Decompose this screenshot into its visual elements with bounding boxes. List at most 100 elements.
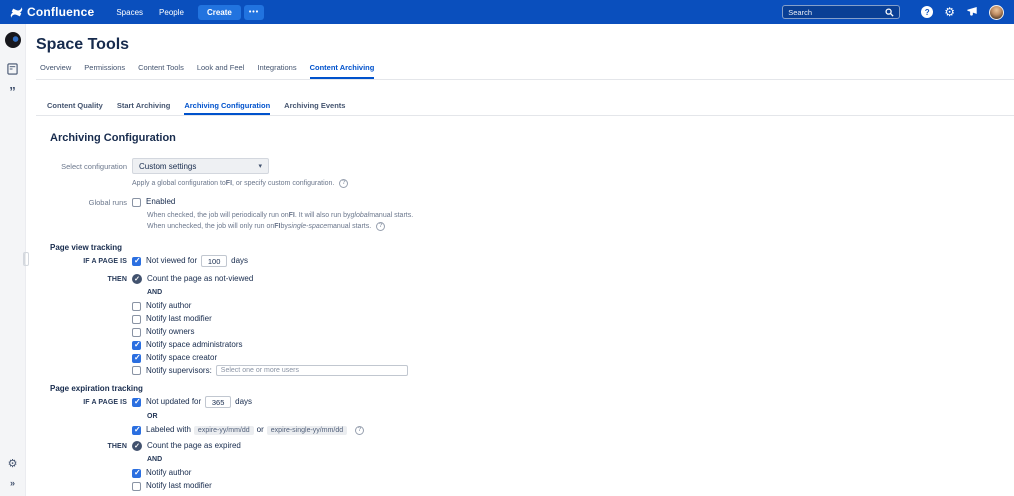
- desc2-mid: by: [280, 223, 288, 230]
- page-expiration-tracking-heading: Page expiration tracking: [50, 384, 143, 393]
- labeled-with-checkbox[interactable]: [132, 425, 141, 435]
- quote-icon: ”: [9, 84, 16, 99]
- left-sidebar: ” ⚙ »: [0, 24, 29, 496]
- search-icon: [885, 7, 894, 17]
- nav-more-button[interactable]: •••: [243, 4, 265, 20]
- not-viewed-days-input[interactable]: 100: [201, 255, 228, 267]
- settings-button[interactable]: ⚙: [944, 6, 955, 18]
- page-title: Space Tools: [36, 36, 130, 53]
- space-tools-tabs: Overview Permissions Content Tools Look …: [36, 63, 1014, 80]
- notify-row: Notify last modifier: [36, 314, 1014, 324]
- help-icon: ?: [921, 6, 934, 18]
- desc1-mid: . It will also run by: [294, 212, 351, 219]
- notify-last-modifier-label[interactable]: Notify last modifier: [146, 314, 212, 324]
- subtab-archiving-configuration[interactable]: Archiving Configuration: [184, 101, 270, 115]
- chevron-down-icon: ▾: [258, 163, 262, 170]
- labeled-with-row: Labeled with expire-yy/mm/dd or expire-s…: [36, 425, 1014, 435]
- notify-space-creator-label[interactable]: Notify space creator: [146, 353, 217, 363]
- configuration-helper-row: Apply a global configuration to FI, or s…: [36, 178, 1014, 189]
- and-label: AND: [147, 289, 163, 296]
- expiration-condition-row: IF A PAGE IS Not updated for 365 days: [36, 396, 1014, 408]
- confluence-mark-icon: [10, 6, 23, 18]
- space-settings-icon[interactable]: ⚙: [8, 459, 18, 470]
- notify-author-checkbox[interactable]: [132, 301, 141, 311]
- then-label: THEN: [107, 275, 127, 283]
- notify-last-modifier-checkbox[interactable]: [132, 314, 141, 324]
- notify-owners-checkbox[interactable]: [132, 327, 141, 337]
- document-icon: [7, 63, 18, 75]
- helper-post: , or specify custom configuration.: [232, 180, 335, 187]
- expand-sidebar-icon[interactable]: »: [10, 479, 15, 488]
- global-runs-desc-2: When unchecked, the job will only run on…: [147, 221, 1014, 232]
- desc1-em: global: [350, 212, 370, 219]
- not-updated-days-input[interactable]: 365: [205, 396, 232, 408]
- not-viewed-checkbox[interactable]: [132, 256, 141, 266]
- notify-space-admins-label[interactable]: Notify space administrators: [146, 340, 242, 350]
- megaphone-icon: [967, 7, 977, 16]
- sidebar-bottom: ⚙ »: [8, 459, 18, 488]
- enabled-checkbox[interactable]: [132, 197, 141, 207]
- search-input[interactable]: Search: [782, 5, 901, 19]
- tab-look-and-feel[interactable]: Look and Feel: [197, 63, 245, 73]
- notify-author-label[interactable]: Notify author: [146, 468, 191, 478]
- sidebar-resize-handle[interactable]: [23, 252, 29, 266]
- notify-owners-label[interactable]: Notify owners: [146, 327, 194, 337]
- page-body: ” ⚙ » Space Tools Overview Permissions C…: [0, 24, 1014, 496]
- count-expired-label: Count the page as expired: [147, 441, 241, 450]
- search-placeholder: Search: [788, 7, 812, 17]
- not-viewed-pre: Not viewed for: [146, 256, 198, 265]
- helper-pre: Apply a global configuration to: [132, 180, 226, 187]
- archiving-config-form: Select configuration Custom settings ▾ A…: [36, 158, 1014, 491]
- profile-button[interactable]: [989, 4, 1004, 20]
- nav-spaces[interactable]: Spaces: [116, 8, 143, 17]
- info-icon[interactable]: [339, 179, 349, 188]
- notify-row: Notify last modifier: [36, 481, 1014, 491]
- subtab-content-quality[interactable]: Content Quality: [47, 101, 103, 111]
- notify-supervisors-label[interactable]: Notify supervisors:: [146, 366, 212, 376]
- notify-supervisors-checkbox[interactable]: [132, 366, 141, 375]
- notify-space-admins-checkbox[interactable]: [132, 340, 141, 350]
- subtab-start-archiving[interactable]: Start Archiving: [117, 101, 170, 111]
- enabled-label[interactable]: Enabled: [146, 197, 175, 207]
- brand-name: Confluence: [27, 5, 95, 19]
- count-not-viewed-label: Count the page as not-viewed: [147, 274, 254, 283]
- global-runs-row: Global runs Enabled: [36, 197, 1014, 207]
- notify-last-modifier-checkbox[interactable]: [132, 481, 141, 491]
- tab-content-archiving[interactable]: Content Archiving: [309, 63, 374, 79]
- not-updated-pre: Not updated for: [146, 397, 202, 406]
- space-avatar[interactable]: [4, 32, 21, 48]
- top-navbar: Confluence Spaces People Create ••• Sear…: [0, 0, 1014, 24]
- if-a-page-is-label: IF A PAGE IS: [83, 257, 127, 265]
- notify-space-creator-checkbox[interactable]: [132, 353, 141, 363]
- nav-people[interactable]: People: [159, 8, 184, 17]
- configuration-helper-text: Apply a global configuration to FI, or s…: [132, 178, 349, 189]
- tab-permissions[interactable]: Permissions: [84, 63, 125, 73]
- create-button[interactable]: Create: [197, 4, 241, 20]
- configuration-dropdown[interactable]: Custom settings ▾: [132, 158, 269, 174]
- locked-check-icon: [132, 441, 142, 451]
- or-label: OR: [147, 413, 158, 420]
- blogs-button[interactable]: ”: [9, 84, 16, 99]
- pages-button[interactable]: [7, 63, 18, 75]
- tab-content-tools[interactable]: Content Tools: [138, 63, 184, 73]
- help-button[interactable]: ?: [921, 6, 934, 18]
- labeled-with-label: Labeled with: [146, 425, 191, 434]
- not-updated-checkbox[interactable]: [132, 397, 141, 407]
- notify-row: Notify author: [36, 468, 1014, 478]
- tab-overview[interactable]: Overview: [40, 63, 71, 73]
- gear-icon: ⚙: [944, 5, 955, 19]
- notify-author-checkbox[interactable]: [132, 468, 141, 478]
- notify-last-modifier-label[interactable]: Notify last modifier: [146, 481, 212, 491]
- info-icon[interactable]: [376, 222, 386, 231]
- announcements-button[interactable]: [966, 6, 978, 18]
- supervisors-user-input[interactable]: Select one or more users: [215, 365, 408, 376]
- notify-author-label[interactable]: Notify author: [146, 301, 191, 311]
- info-icon[interactable]: [355, 425, 365, 435]
- tab-integrations[interactable]: Integrations: [257, 63, 296, 73]
- notify-supervisors-row: Notify supervisors: Select one or more u…: [36, 365, 1014, 376]
- expire-single-label-lozenge: expire-single-yy/mm/dd: [266, 425, 348, 435]
- confluence-logo[interactable]: Confluence: [10, 5, 94, 19]
- main-content: Space Tools Overview Permissions Content…: [26, 24, 1014, 496]
- subtab-archiving-events[interactable]: Archiving Events: [284, 101, 345, 111]
- notify-row: Notify author: [36, 301, 1014, 311]
